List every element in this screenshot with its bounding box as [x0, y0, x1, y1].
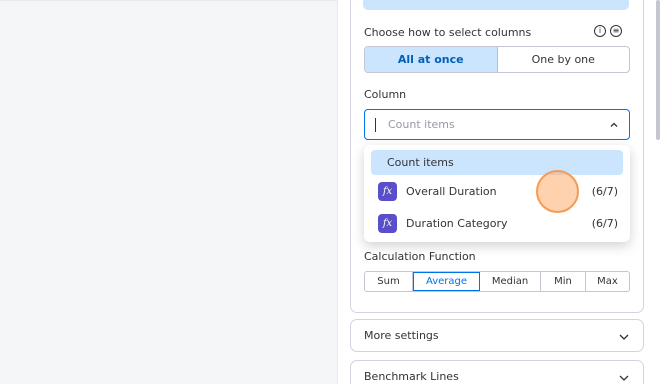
column-label: Column	[364, 88, 407, 101]
calc-median[interactable]: Median	[480, 272, 541, 291]
chevron-down-icon[interactable]	[618, 372, 630, 384]
option-count: (6/7)	[591, 184, 618, 198]
calc-max[interactable]: Max	[586, 272, 629, 291]
column-select[interactable]: Count items	[364, 109, 630, 140]
chevron-up-icon[interactable]	[609, 120, 619, 130]
top-selected-strip	[363, 0, 629, 10]
select-mode-icons: i ≡	[594, 25, 622, 37]
benchmark-lines-label: Benchmark Lines	[364, 370, 459, 383]
click-indicator	[536, 170, 579, 213]
calc-sum[interactable]: Sum	[365, 272, 413, 291]
select-mode-label: Choose how to select columns	[364, 26, 532, 39]
option-count: (6/7)	[591, 216, 618, 230]
info-icon[interactable]: i	[594, 25, 606, 37]
formula-icon: fx	[378, 213, 397, 233]
dropdown-option-count-items[interactable]: Count items	[371, 150, 623, 175]
formula-icon: fx	[378, 181, 397, 201]
chevron-down-icon[interactable]	[618, 331, 630, 343]
column-select-placeholder: Count items	[388, 118, 455, 131]
panel-scrollbar[interactable]	[654, 0, 662, 384]
calculation-toggle: Sum Average Median Min Max	[364, 271, 630, 292]
calc-average[interactable]: Average	[413, 272, 480, 291]
calculation-label: Calculation Function	[364, 250, 476, 263]
more-settings-label: More settings	[364, 329, 439, 342]
option-label: Duration Category	[406, 216, 508, 230]
dropdown-option-duration-category[interactable]: fx Duration Category (6/7)	[378, 213, 618, 233]
option-all-at-once[interactable]: All at once	[365, 47, 498, 72]
more-settings-section[interactable]: More settings	[350, 319, 644, 352]
scrollbar-thumb[interactable]	[656, 0, 660, 140]
column-dropdown: Count items fx Overall Duration (6/7) fx…	[364, 145, 630, 242]
board-canvas	[0, 0, 337, 384]
option-one-by-one[interactable]: One by one	[498, 47, 630, 72]
benchmark-lines-section[interactable]: Benchmark Lines	[350, 360, 644, 384]
text-caret	[375, 117, 376, 132]
select-mode-toggle: All at once One by one	[364, 46, 630, 73]
dropdown-option-overall-duration[interactable]: fx Overall Duration (6/7)	[378, 181, 618, 201]
calc-min[interactable]: Min	[541, 272, 586, 291]
feedback-icon[interactable]: ≡	[610, 25, 622, 37]
